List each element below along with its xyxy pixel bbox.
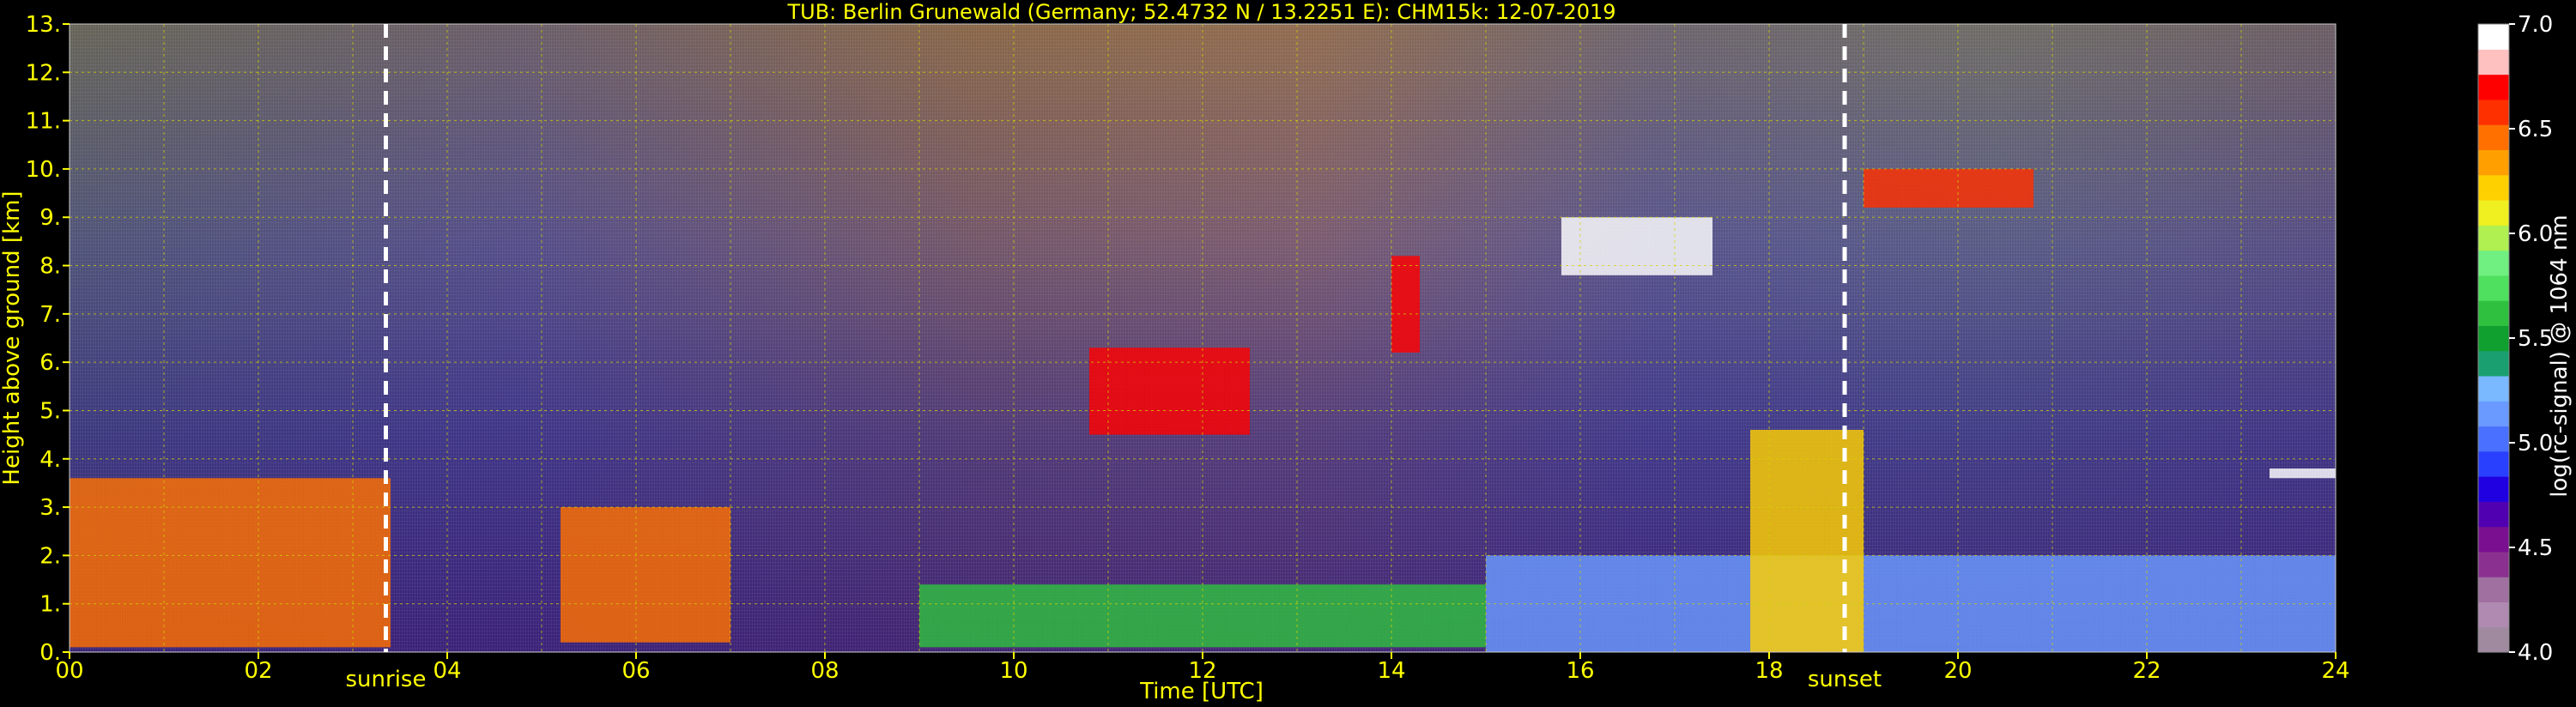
cloud-layer-0 [70, 478, 391, 648]
colorbar-swatch [2478, 577, 2509, 603]
colorbar-swatch [2478, 74, 2509, 100]
y-tick-label: 2. [39, 543, 61, 569]
colorbar-swatch [2478, 49, 2509, 76]
colorbar-swatch [2478, 149, 2509, 176]
x-tick-label: 18 [1755, 658, 1783, 684]
colorbar-swatch [2478, 24, 2509, 50]
cloud-layer-6 [1486, 555, 2336, 652]
x-tick-label: 06 [621, 658, 650, 684]
sunset-label: sunset [1808, 667, 1882, 692]
colorbar-swatch [2478, 99, 2509, 125]
x-tick-label: 10 [999, 658, 1027, 684]
y-tick-label: 3. [39, 495, 61, 521]
cloud-layer-4 [1391, 256, 1420, 353]
y-tick-label: 6. [39, 350, 61, 376]
y-tick-label: 0. [39, 640, 61, 666]
x-tick-label: 08 [810, 658, 839, 684]
y-tick-label: 11. [26, 109, 61, 135]
colorbar-swatch [2478, 300, 2509, 326]
y-tick-label: 7. [39, 302, 61, 328]
colorbar-swatch [2478, 626, 2509, 653]
colorbar-swatch [2478, 250, 2509, 276]
colorbar-tick-label: 6.5 [2518, 117, 2553, 142]
colorbar-swatch [2478, 375, 2509, 402]
cloud-layer-1 [561, 507, 730, 643]
x-tick-label: 02 [244, 658, 272, 684]
colorbar-swatch [2478, 325, 2509, 352]
colorbar-swatch [2478, 174, 2509, 201]
y-tick-label: 1. [39, 592, 61, 618]
colorbar-tick-label: 7.0 [2518, 12, 2553, 38]
y-tick-label: 12. [26, 60, 61, 86]
cloud-layer-5 [1561, 217, 1712, 275]
y-tick-label: 9. [39, 205, 61, 231]
cloud-layer-9 [2270, 468, 2336, 479]
colorbar-swatch [2478, 450, 2509, 477]
colorbar-swatch [2478, 601, 2509, 628]
x-tick-label: 24 [2321, 658, 2349, 684]
colorbar-swatch [2478, 501, 2509, 528]
y-tick-label: 10. [26, 157, 61, 183]
y-tick-label: 13. [26, 12, 61, 38]
colorbar-swatch [2478, 225, 2509, 251]
x-tick-label: 22 [2132, 658, 2161, 684]
y-axis-label: Height above ground [km] [0, 190, 25, 485]
y-tick-label: 4. [39, 447, 61, 473]
colorbar-tick-label: 4.5 [2518, 535, 2553, 561]
y-tick-label: 5. [39, 398, 61, 424]
colorbar-swatch [2478, 124, 2509, 150]
colorbar-swatch [2478, 526, 2509, 553]
colorbar-tick-label: 5.5 [2518, 326, 2553, 352]
lidar-chart: TUB: Berlin Grunewald (Germany; 52.4732 … [0, 0, 2573, 704]
colorbar-swatch [2478, 199, 2509, 226]
colorbar-swatch [2478, 275, 2509, 301]
colorbar-tick-label: 6.0 [2518, 221, 2553, 247]
colorbar-tick-label: 4.0 [2518, 640, 2553, 666]
colorbar-swatch [2478, 426, 2509, 452]
x-tick-label: 16 [1566, 658, 1594, 684]
colorbar-swatch [2478, 551, 2509, 577]
sunrise-label: sunrise [346, 667, 427, 692]
x-tick-label: 14 [1377, 658, 1405, 684]
y-tick-label: 8. [39, 254, 61, 280]
cloud-layer-3 [1089, 347, 1250, 435]
colorbar-tick-label: 5.0 [2518, 431, 2553, 456]
colorbar-swatch [2478, 350, 2509, 377]
x-tick-label: 04 [433, 658, 461, 684]
cloud-layer-8 [1864, 168, 2034, 208]
colorbar-swatch [2478, 476, 2509, 502]
x-tick-label: 20 [1943, 658, 1972, 684]
chart-title: TUB: Berlin Grunewald (Germany; 52.4732 … [786, 0, 1615, 24]
colorbar-swatch [2478, 401, 2509, 427]
x-tick-label: 12 [1188, 658, 1216, 684]
